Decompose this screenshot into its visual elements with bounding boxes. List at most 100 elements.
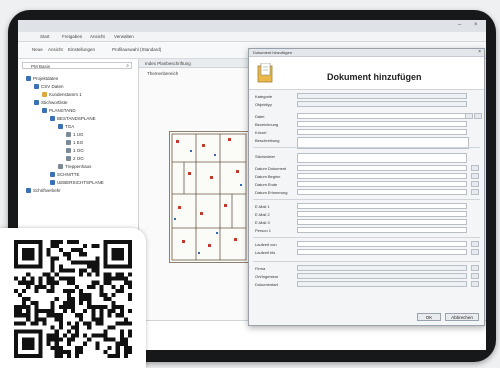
field-input[interactable]	[297, 153, 467, 163]
field-input[interactable]	[297, 173, 467, 179]
menu-item-start[interactable]: Start	[40, 34, 50, 39]
field-input[interactable]	[297, 113, 467, 119]
form-row: Datum Beginn	[249, 173, 484, 180]
dropdown-button[interactable]	[471, 249, 479, 255]
field-label: Person 1	[255, 228, 272, 233]
scan-button[interactable]	[474, 113, 482, 119]
field-input[interactable]	[297, 121, 467, 127]
field-input[interactable]	[297, 265, 467, 271]
field-label: Datum Ende	[255, 182, 278, 187]
divider	[253, 237, 480, 238]
tree-item[interactable]: Treppenhaus	[58, 163, 91, 170]
tree-item[interactable]: 1 UG	[66, 131, 84, 138]
menu-item-freigaben[interactable]: Freigaben	[62, 34, 82, 39]
form-row: Dokumentart	[249, 281, 484, 288]
tree-item[interactable]: 1 EG	[66, 139, 83, 146]
folder-icon	[50, 116, 55, 121]
themenbereich-label: Themenbereich	[147, 71, 179, 76]
qr-code	[14, 240, 132, 358]
search-icon[interactable]: ⌕	[126, 63, 129, 69]
toolbar-einstellungen[interactable]: Einstellungen	[68, 47, 95, 52]
tree-item-label: SCHNITTE	[57, 172, 80, 177]
field-input[interactable]	[297, 227, 467, 233]
tree-item[interactable]: SCHNITTE	[50, 171, 80, 178]
menu-item-verwalten[interactable]: Verwalten	[114, 34, 134, 39]
tree-item[interactable]: 2 OG	[66, 155, 84, 162]
close-icon[interactable]: ×	[478, 49, 481, 55]
field-input[interactable]	[297, 101, 467, 107]
tree-item-label: TGA	[65, 124, 75, 129]
document-folder-icon	[257, 63, 273, 83]
tree-item-label: UEBERSICHTSPLANE	[57, 180, 104, 185]
form-row: E-Mail 2	[249, 211, 484, 218]
tree-item[interactable]: Schriftverkehr	[26, 187, 61, 194]
tree-item-label: PLANSTAND	[49, 108, 76, 113]
field-input[interactable]	[297, 189, 467, 195]
field-input[interactable]	[297, 211, 467, 217]
minimize-icon[interactable]: –	[458, 22, 464, 28]
folder-icon	[66, 132, 71, 137]
tree-search[interactable]: PM Basis ⌕	[22, 62, 132, 69]
field-input[interactable]	[297, 281, 467, 287]
folder-icon	[58, 164, 63, 169]
folder-icon	[50, 172, 55, 177]
field-input[interactable]	[297, 129, 467, 135]
form-row: Beschreibung	[249, 137, 484, 149]
field-input[interactable]	[297, 181, 467, 187]
tree-item[interactable]: TGA	[58, 123, 74, 130]
divider	[253, 147, 480, 148]
field-input[interactable]	[297, 219, 467, 225]
ok-button[interactable]: OK	[417, 313, 441, 321]
tree-item[interactable]: Kundenstamm 1	[42, 91, 82, 98]
dialog-header: Dokument hinzufügen	[249, 57, 484, 90]
tree-item[interactable]: PLANSTAND	[42, 107, 76, 114]
tree-item[interactable]: CSV Daten	[34, 83, 64, 90]
dropdown-button[interactable]	[471, 173, 479, 179]
dropdown-button[interactable]	[471, 181, 479, 187]
field-input[interactable]	[297, 165, 467, 171]
dropdown-button[interactable]	[471, 273, 479, 279]
field-label: Laufzeit bis	[255, 250, 276, 255]
field-input[interactable]	[297, 203, 467, 209]
folder-icon	[42, 108, 47, 113]
form-row: E-Mail 3	[249, 219, 484, 226]
cancel-button[interactable]: Abbrechen	[445, 313, 479, 321]
toolbar-ansicht[interactable]: Ansicht	[48, 47, 63, 52]
dropdown-button[interactable]	[471, 265, 479, 271]
field-label: E-Mail 3	[255, 220, 270, 225]
form-row: Laufzeit bis	[249, 249, 484, 256]
tree-item[interactable]: 1 OG	[66, 147, 84, 154]
field-input[interactable]	[297, 273, 467, 279]
dropdown-button[interactable]	[471, 165, 479, 171]
dialog-heading: Dokument hinzufügen	[327, 72, 422, 82]
browse-button[interactable]	[465, 113, 473, 119]
dropdown-button[interactable]	[471, 189, 479, 195]
tree-item-label: 2 OG	[73, 156, 84, 161]
toolbar-neue[interactable]: Neue	[32, 47, 43, 52]
field-input[interactable]	[297, 249, 467, 255]
form-row: Bezeichnung	[249, 121, 484, 128]
tree-item-label: Kundenstamm 1	[49, 92, 82, 97]
field-label: Stichwörter	[255, 154, 276, 159]
tab-index-planbeschriftung[interactable]: Index Planbeschriftung	[145, 61, 191, 66]
form-row: Datum Erinnerung	[249, 189, 484, 196]
field-label: Datum Beginn	[255, 174, 281, 179]
field-label: Ort/Ingenieur	[255, 274, 279, 279]
dropdown-button[interactable]	[471, 241, 479, 247]
menu-item-ansicht[interactable]: Ansicht	[90, 34, 105, 39]
form-row: Kürzel	[249, 129, 484, 136]
folder-icon	[34, 100, 39, 105]
tree-item-label: BESTANDSPLANE	[57, 116, 96, 121]
floor-plan-drawing[interactable]	[169, 131, 249, 263]
dropdown-button[interactable]	[471, 281, 479, 287]
field-input[interactable]	[297, 241, 467, 247]
tree-item[interactable]: BESTANDSPLANE	[50, 115, 96, 122]
tree-item[interactable]: Stichwortliste	[34, 99, 68, 106]
toolbar-profilauswahl[interactable]: Profilauswahl (Standard)	[112, 47, 161, 52]
tree-item[interactable]: UEBERSICHTSPLANE	[50, 179, 104, 186]
close-icon[interactable]: ×	[474, 22, 480, 28]
tree-item-label: CSV Daten	[41, 84, 64, 89]
field-input[interactable]	[297, 93, 467, 99]
tree-item[interactable]: Projektdaten	[26, 75, 58, 82]
add-document-dialog: Dokument hinzufügen × Dokument hinzufüge…	[248, 48, 485, 326]
